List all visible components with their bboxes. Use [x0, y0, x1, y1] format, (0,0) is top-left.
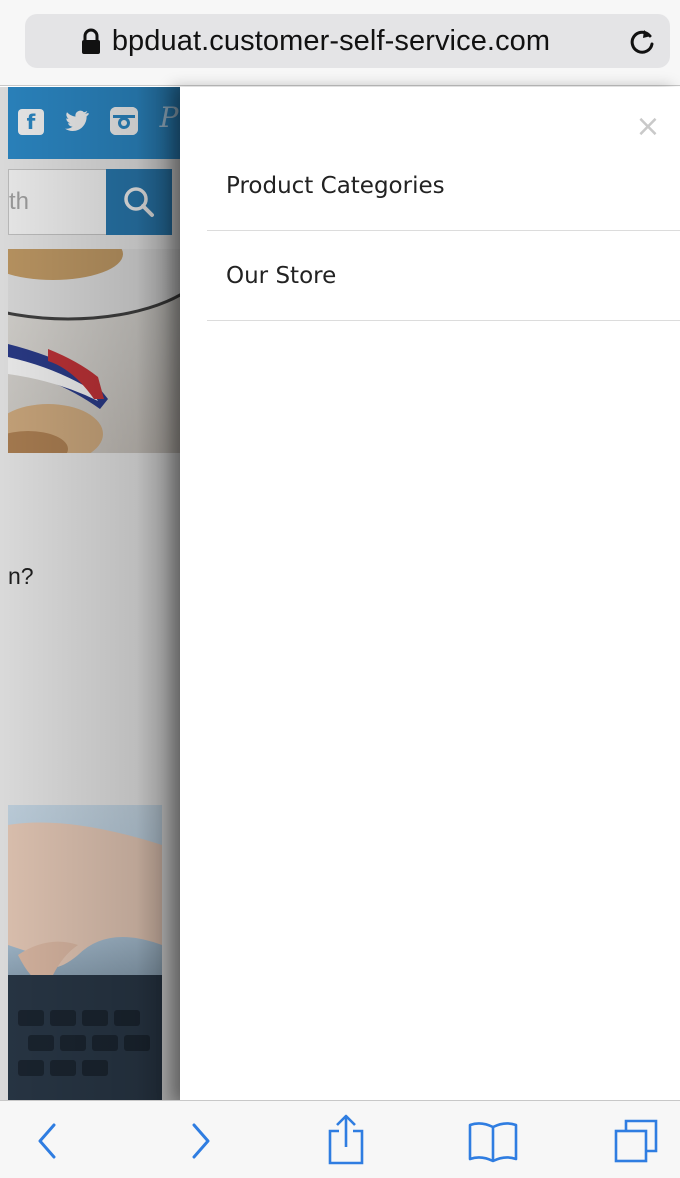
- navigation-drawer: × Product Categories Our Store: [180, 87, 680, 1100]
- browser-toolbar: [0, 1100, 680, 1178]
- lock-icon: [81, 28, 100, 54]
- address-bar: bpduat.customer-self-service.com: [0, 0, 680, 86]
- share-icon[interactable]: [322, 1113, 370, 1165]
- forward-icon[interactable]: [176, 1117, 224, 1165]
- tabs-icon[interactable]: [612, 1117, 660, 1165]
- menu-item-product-categories[interactable]: Product Categories: [207, 141, 680, 231]
- overlay-scrim[interactable]: [0, 87, 182, 1100]
- url-field[interactable]: bpduat.customer-self-service.com: [25, 14, 670, 68]
- browser-window: bpduat.customer-self-service.com f P th: [0, 0, 680, 1178]
- drawer-menu: Product Categories Our Store: [207, 141, 680, 321]
- close-icon[interactable]: ×: [634, 112, 662, 142]
- back-icon[interactable]: [24, 1117, 72, 1165]
- menu-item-our-store[interactable]: Our Store: [207, 231, 680, 321]
- url-text: bpduat.customer-self-service.com: [111, 24, 551, 57]
- bookmarks-icon[interactable]: [466, 1117, 520, 1165]
- reload-icon[interactable]: [628, 27, 656, 55]
